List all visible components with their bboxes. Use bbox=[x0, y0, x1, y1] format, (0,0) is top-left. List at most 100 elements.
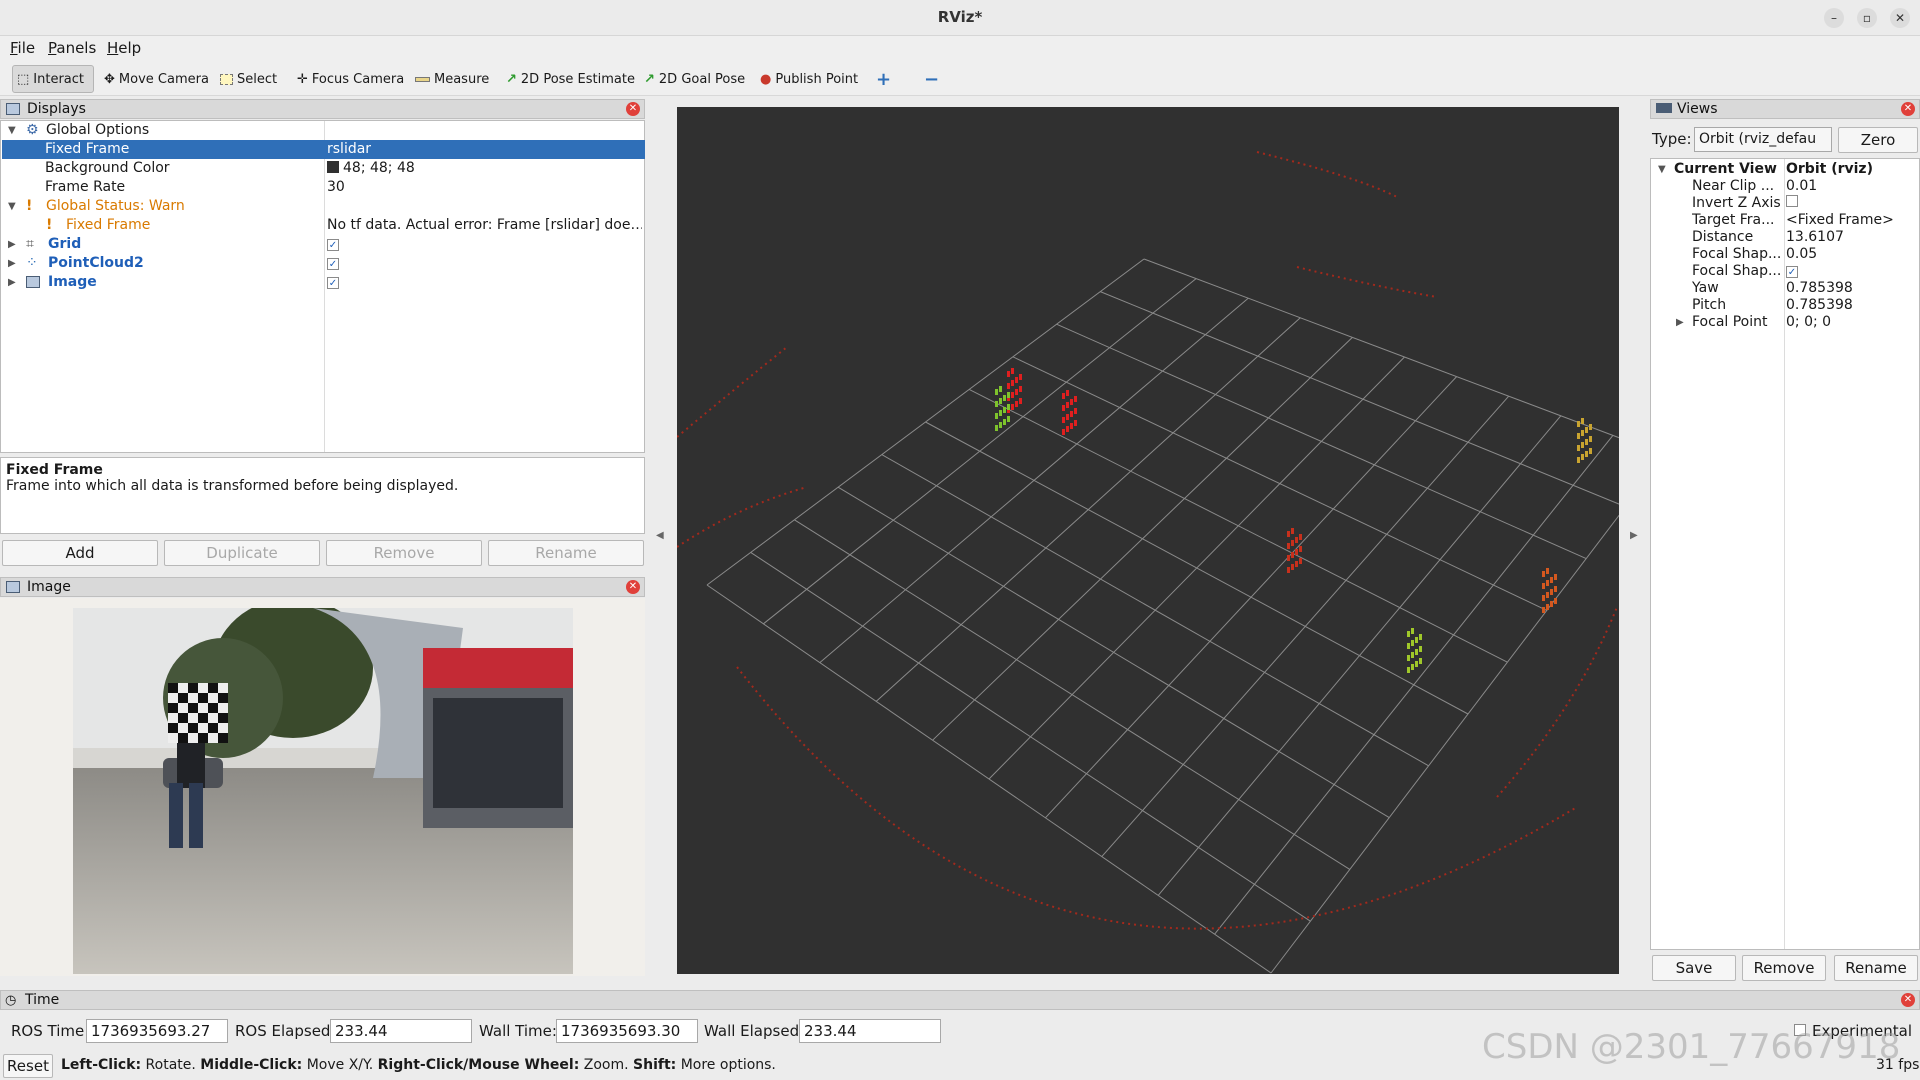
view-prop-row[interactable]: Pitch 0.785398 bbox=[1652, 297, 1919, 314]
help-more: More options. bbox=[676, 1057, 776, 1073]
menu-help[interactable]: Help bbox=[107, 39, 141, 57]
rename-view-button[interactable]: Rename bbox=[1834, 955, 1918, 981]
grid-display-row[interactable]: ▶ ⌗ Grid ✓ bbox=[2, 235, 645, 254]
goal-pose-tool[interactable]: ↗ 2D Goal Pose bbox=[640, 65, 749, 93]
warning-icon: ! bbox=[46, 217, 53, 233]
collapse-right-arrow-icon[interactable]: ▶ bbox=[1630, 530, 1638, 541]
image-checkbox[interactable]: ✓ bbox=[327, 277, 339, 289]
ros-elapsed-field[interactable]: 233.44 bbox=[330, 1019, 472, 1043]
collapse-left-arrow-icon[interactable]: ◀ bbox=[656, 530, 664, 541]
expand-arrow-icon[interactable]: ▼ bbox=[8, 197, 16, 216]
point-cluster bbox=[1291, 552, 1294, 558]
invert-z-checkbox[interactable] bbox=[1786, 195, 1798, 207]
view-type-select[interactable]: Orbit (rviz_defau bbox=[1694, 127, 1832, 152]
global-options-row[interactable]: ▼ ⚙ Global Options bbox=[2, 121, 645, 140]
duplicate-display-button[interactable]: Duplicate bbox=[164, 540, 320, 566]
near-clip-value[interactable]: 0.01 bbox=[1786, 178, 1817, 195]
help-right-click: Right-Click/Mouse Wheel: bbox=[377, 1057, 580, 1073]
pose-estimate-tool[interactable]: ↗ 2D Pose Estimate bbox=[502, 65, 639, 93]
image-label: Image bbox=[48, 274, 97, 290]
view-prop-row[interactable]: Yaw 0.785398 bbox=[1652, 280, 1919, 297]
view-prop-row[interactable]: Near Clip ... 0.01 bbox=[1652, 178, 1919, 195]
view-prop-row[interactable]: Focal Shap... 0.05 bbox=[1652, 246, 1919, 263]
global-status-row[interactable]: ▼ ! Global Status: Warn bbox=[2, 197, 645, 216]
ros-time-field[interactable]: 1736935693.27 bbox=[86, 1019, 228, 1043]
yaw-value[interactable]: 0.785398 bbox=[1786, 280, 1853, 297]
point-cluster bbox=[1011, 404, 1014, 410]
close-icon[interactable]: ✕ bbox=[626, 580, 640, 594]
focal-shape-fixed-checkbox[interactable]: ✓ bbox=[1786, 266, 1798, 278]
expand-arrow-icon[interactable]: ▼ bbox=[1658, 161, 1666, 178]
save-view-button[interactable]: Save bbox=[1652, 955, 1736, 981]
menu-panels[interactable]: Panels bbox=[48, 39, 96, 57]
close-icon[interactable]: ✕ bbox=[1901, 102, 1915, 116]
select-tool[interactable]: Select bbox=[216, 65, 281, 93]
interact-tool[interactable]: ⬚ Interact bbox=[12, 65, 94, 93]
maximize-button[interactable]: ▫ bbox=[1857, 8, 1877, 28]
current-view-row[interactable]: ▼ Current View Orbit (rviz) bbox=[1652, 161, 1919, 178]
point-cluster bbox=[1003, 407, 1006, 413]
status-fixed-frame-row[interactable]: ! Fixed Frame No tf data. Actual error: … bbox=[2, 216, 645, 235]
measure-tool[interactable]: Measure bbox=[411, 65, 493, 93]
background-color-value[interactable]: 48; 48; 48 bbox=[327, 159, 642, 178]
publish-point-tool[interactable]: ● Publish Point bbox=[756, 65, 862, 93]
global-status-label: Global Status: Warn bbox=[46, 198, 185, 214]
view-prop-row[interactable]: ▶ Focal Point 0; 0; 0 bbox=[1652, 314, 1919, 331]
focal-shape-size-value[interactable]: 0.05 bbox=[1786, 246, 1817, 263]
collapse-arrow-icon[interactable]: ▶ bbox=[1676, 314, 1684, 331]
frame-rate-value[interactable]: 30 bbox=[327, 178, 642, 197]
distance-value[interactable]: 13.6107 bbox=[1786, 229, 1844, 246]
point-cluster bbox=[1007, 383, 1010, 389]
current-view-label: Current View bbox=[1674, 161, 1777, 177]
render-3d-view[interactable] bbox=[677, 107, 1619, 974]
zero-button[interactable]: Zero bbox=[1838, 127, 1918, 153]
target-frame-value[interactable]: <Fixed Frame> bbox=[1786, 212, 1894, 229]
view-prop-row[interactable]: Target Fra... <Fixed Frame> bbox=[1652, 212, 1919, 229]
point-cluster bbox=[1585, 451, 1588, 457]
close-icon[interactable]: ✕ bbox=[1901, 993, 1915, 1007]
rename-display-button[interactable]: Rename bbox=[488, 540, 644, 566]
frame-rate-row[interactable]: Frame Rate 30 bbox=[2, 178, 645, 197]
focus-camera-tool[interactable]: ✛ Focus Camera bbox=[293, 65, 408, 93]
reset-button[interactable]: Reset bbox=[3, 1054, 53, 1078]
collapse-arrow-icon[interactable]: ▶ bbox=[8, 254, 16, 273]
wall-time-field[interactable]: 1736935693.30 bbox=[556, 1019, 698, 1043]
grid-checkbox[interactable]: ✓ bbox=[327, 239, 339, 251]
wall-elapsed-field[interactable]: 233.44 bbox=[799, 1019, 941, 1043]
background-color-row[interactable]: Background Color 48; 48; 48 bbox=[2, 159, 645, 178]
expand-arrow-icon[interactable]: ▼ bbox=[8, 121, 16, 140]
grid-label: Grid bbox=[48, 236, 82, 252]
remove-tool-button[interactable]: − bbox=[920, 65, 943, 93]
move-camera-tool[interactable]: ✥ Move Camera bbox=[100, 65, 213, 93]
remove-display-button[interactable]: Remove bbox=[326, 540, 482, 566]
remove-view-button[interactable]: Remove bbox=[1742, 955, 1826, 981]
collapse-arrow-icon[interactable]: ▶ bbox=[8, 273, 16, 292]
focal-point-value[interactable]: 0; 0; 0 bbox=[1786, 314, 1831, 331]
close-window-button[interactable]: ✕ bbox=[1890, 8, 1910, 28]
add-tool-button[interactable]: + bbox=[872, 65, 895, 93]
view-type-value: Orbit (rviz_defau bbox=[1699, 131, 1817, 147]
mouse-help-text: Left-Click: Rotate. Middle-Click: Move X… bbox=[61, 1057, 776, 1073]
fixed-frame-row[interactable]: Fixed Frame rslidar bbox=[2, 140, 645, 159]
view-prop-row[interactable]: Invert Z Axis bbox=[1652, 195, 1919, 212]
view-prop-row[interactable]: Distance 13.6107 bbox=[1652, 229, 1919, 246]
wall-time-label: Wall Time: bbox=[479, 1022, 557, 1040]
fixed-frame-value[interactable]: rslidar bbox=[327, 140, 642, 159]
view-prop-row[interactable]: Focal Shap... ✓ bbox=[1652, 263, 1919, 280]
point-cluster bbox=[1585, 427, 1588, 433]
point-cluster bbox=[1074, 420, 1077, 426]
minimize-button[interactable]: – bbox=[1824, 8, 1844, 28]
green-arrow-icon: ↗ bbox=[644, 71, 655, 87]
grid-line bbox=[1101, 395, 1510, 857]
menu-file[interactable]: File bbox=[10, 39, 35, 57]
pitch-value[interactable]: 0.785398 bbox=[1786, 297, 1853, 314]
image-icon bbox=[26, 276, 40, 288]
collapse-arrow-icon[interactable]: ▶ bbox=[8, 235, 16, 254]
wall-elapsed-label: Wall Elapsed: bbox=[704, 1022, 805, 1040]
close-icon[interactable]: ✕ bbox=[626, 102, 640, 116]
point-cluster bbox=[1066, 390, 1069, 396]
pointcloud-display-row[interactable]: ▶ ⁘ PointCloud2 ✓ bbox=[2, 254, 645, 273]
image-display-row[interactable]: ▶ Image ✓ bbox=[2, 273, 645, 292]
pointcloud-checkbox[interactable]: ✓ bbox=[327, 258, 339, 270]
add-display-button[interactable]: Add bbox=[2, 540, 158, 566]
